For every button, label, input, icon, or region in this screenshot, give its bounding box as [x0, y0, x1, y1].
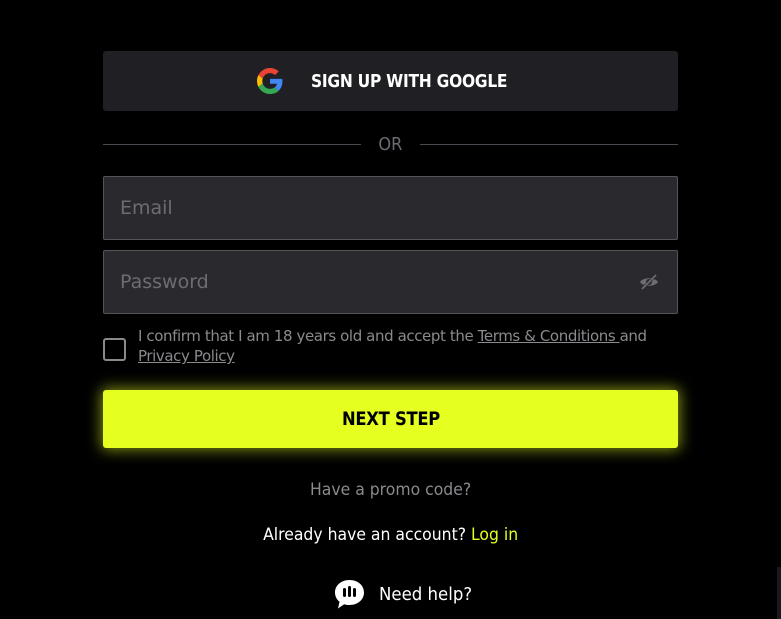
divider-line-left	[103, 143, 362, 145]
google-icon	[257, 68, 283, 94]
consent-prefix: I confirm that I am 18 years old and acc…	[138, 327, 478, 345]
google-signup-button[interactable]: SIGN UP WITH GOOGLE	[103, 51, 678, 111]
email-field-container	[103, 176, 678, 240]
privacy-policy-link[interactable]: Privacy Policy	[138, 347, 235, 365]
login-prompt-text: Already have an account?	[262, 525, 471, 545]
or-divider: OR	[103, 130, 678, 158]
next-step-label: NEXT STEP	[341, 408, 440, 430]
consent-text: I confirm that I am 18 years old and acc…	[138, 326, 678, 366]
eye-off-icon[interactable]	[637, 272, 661, 292]
login-link[interactable]: Log in	[471, 525, 518, 545]
or-label: OR	[378, 133, 403, 155]
email-input[interactable]	[104, 177, 677, 239]
scrollbar[interactable]	[777, 567, 781, 619]
need-help-button[interactable]: Need help?	[333, 576, 480, 612]
google-signup-label: SIGN UP WITH GOOGLE	[311, 70, 508, 92]
password-input[interactable]	[104, 251, 637, 313]
age-consent: I confirm that I am 18 years old and acc…	[103, 324, 678, 368]
promo-code-link[interactable]: Have a promo code?	[103, 480, 678, 500]
consent-middle: and	[619, 327, 647, 345]
consent-checkbox[interactable]	[103, 338, 126, 361]
need-help-label: Need help?	[379, 583, 473, 605]
terms-link[interactable]: Terms & Conditions	[478, 327, 620, 345]
chat-bubble-icon	[333, 578, 366, 611]
signup-page: SIGN UP WITH GOOGLE OR I confirm that I …	[0, 0, 781, 619]
password-field-container	[103, 250, 678, 314]
promo-code-label: Have a promo code?	[309, 480, 472, 500]
divider-line-right	[419, 143, 678, 145]
next-step-button[interactable]: NEXT STEP	[103, 390, 678, 448]
login-prompt: Already have an account? Log in	[103, 525, 678, 545]
